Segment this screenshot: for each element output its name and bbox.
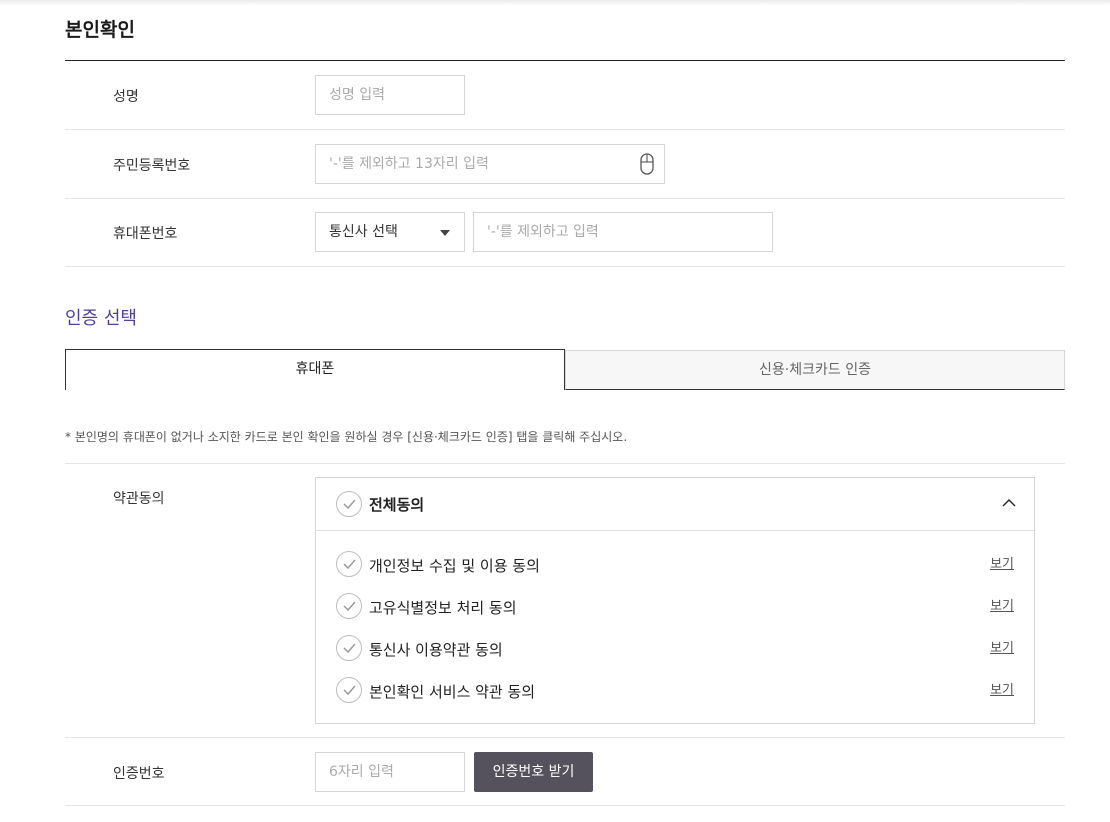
check-icon[interactable] — [336, 491, 362, 517]
agree-item-label: 본인확인 서비스 약관 동의 — [369, 683, 536, 701]
agree-item[interactable]: 통신사 이용약관 동의 보기 — [316, 633, 1034, 663]
tab-card[interactable]: 신용·체크카드 인증 — [565, 350, 1065, 390]
terms-box: 전체동의 개인정보 수집 및 이용 동의 보기 고유식별정보 처리 동의 보기 … — [315, 477, 1035, 724]
verify-code-input[interactable] — [329, 753, 451, 791]
agree-item[interactable]: 개인정보 수집 및 이용 동의 보기 — [316, 549, 1034, 579]
agree-all-row[interactable]: 전체동의 — [316, 478, 1034, 531]
verify-row: 인증번호 인증번호 받기 — [65, 738, 1065, 806]
carrier-select-value: 통신사 선택 — [329, 224, 398, 240]
verify-input-box[interactable] — [315, 752, 465, 792]
tab-phone[interactable]: 휴대폰 — [65, 349, 565, 390]
view-link[interactable]: 보기 — [990, 595, 1014, 614]
check-icon[interactable] — [336, 635, 362, 661]
view-link[interactable]: 보기 — [990, 637, 1014, 656]
phone-row: 휴대폰번호 통신사 선택 — [65, 199, 1065, 267]
agree-item[interactable]: 고유식별정보 처리 동의 보기 — [316, 591, 1034, 621]
caret-down-icon — [440, 230, 450, 236]
terms-label: 약관동의 — [113, 491, 165, 507]
rrn-row: 주민등록번호 — [65, 130, 1065, 199]
verify-label: 인증번호 — [113, 766, 165, 782]
auth-notice: * 본인명의 휴대폰이 없거나 소지한 카드로 본인 확인을 원하실 경우 [신… — [65, 430, 628, 444]
check-icon[interactable] — [336, 677, 362, 703]
name-input-box[interactable] — [315, 75, 465, 115]
phone-input[interactable] — [487, 213, 759, 251]
agree-item-label: 개인정보 수집 및 이용 동의 — [369, 557, 540, 575]
name-input[interactable] — [329, 76, 451, 114]
view-link[interactable]: 보기 — [990, 679, 1014, 698]
rrn-input-box[interactable] — [315, 144, 665, 184]
notice-divider — [65, 463, 1065, 464]
auth-title: 인증 선택 — [65, 308, 137, 329]
phone-label: 휴대폰번호 — [113, 226, 178, 242]
check-icon[interactable] — [336, 551, 362, 577]
rrn-input[interactable] — [329, 145, 624, 183]
section-title: 본인확인 — [65, 19, 135, 41]
agree-all-label: 전체동의 — [369, 496, 425, 514]
phone-input-box[interactable] — [473, 212, 773, 252]
check-icon[interactable] — [336, 593, 362, 619]
agree-item[interactable]: 본인확인 서비스 약관 동의 보기 — [316, 675, 1034, 705]
agree-item-label: 고유식별정보 처리 동의 — [369, 599, 517, 617]
name-label: 성명 — [113, 89, 139, 105]
rrn-label: 주민등록번호 — [113, 158, 191, 174]
auth-tabs: 신용·체크카드 인증 휴대폰 — [65, 349, 1065, 390]
name-row: 성명 — [65, 61, 1065, 130]
agree-item-label: 통신사 이용약관 동의 — [369, 641, 503, 659]
view-link[interactable]: 보기 — [990, 553, 1014, 572]
get-code-button[interactable]: 인증번호 받기 — [474, 752, 593, 792]
carrier-select[interactable]: 통신사 선택 — [315, 212, 465, 252]
mouse-icon[interactable] — [640, 153, 654, 175]
chevron-up-icon[interactable] — [1002, 496, 1016, 510]
top-shadow — [0, 0, 1110, 6]
